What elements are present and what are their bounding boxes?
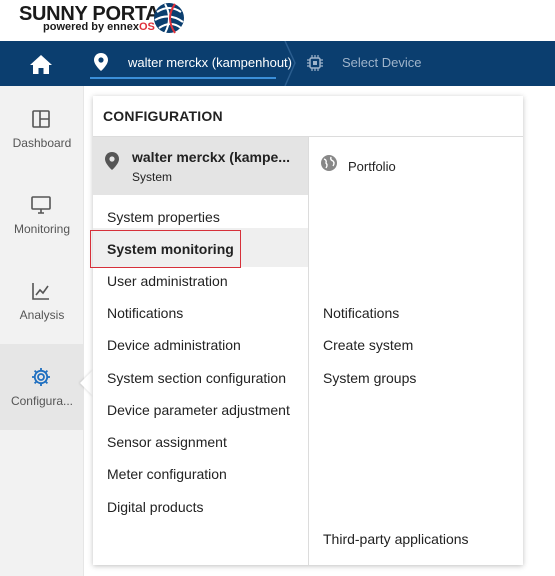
menu-item-device-administration[interactable]: Device administration (107, 337, 241, 353)
configuration-panel: CONFIGURATION walter merckx (kampe... Sy… (90, 96, 523, 565)
breadcrumb-device[interactable]: Select Device (342, 55, 421, 70)
brand-powered-by: powered by ennexOS (43, 21, 155, 33)
monitor-icon (31, 196, 51, 214)
selected-item-outline (90, 230, 241, 268)
menu-item-device-parameter-adjustment[interactable]: Device parameter adjustment (107, 402, 290, 418)
sidebar-item-configuration[interactable]: Configura... (0, 344, 84, 430)
gear-icon (32, 368, 50, 386)
menu-item-user-administration[interactable]: User administration (107, 273, 228, 289)
menu-item-system-section-configuration[interactable]: System section configuration (107, 370, 286, 386)
logo-bar: SUNNY PORTAL powered by ennexOS (0, 0, 555, 41)
menu-item-meter-configuration[interactable]: Meter configuration (107, 466, 227, 482)
menu-item-system-groups[interactable]: System groups (323, 370, 416, 386)
sidebar-item-analysis[interactable]: Analysis (0, 258, 84, 344)
globe-logo-icon (154, 3, 184, 34)
sidebar-item-monitoring[interactable]: Monitoring (0, 172, 84, 258)
top-navbar: walter merckx (kampenhout) Select Device (0, 41, 555, 86)
breadcrumb-system-label: walter merckx (kampenhout) (128, 55, 292, 70)
sidebar-item-label: Monitoring (13, 222, 71, 236)
panel-title: CONFIGURATION (103, 108, 223, 124)
portfolio-header[interactable]: Portfolio (348, 159, 396, 174)
menu-item-digital-products[interactable]: Digital products (107, 499, 204, 515)
column-divider (308, 137, 309, 565)
location-pin-icon (105, 152, 119, 170)
menu-item-sensor-assignment[interactable]: Sensor assignment (107, 434, 227, 450)
menu-item-third-party-applications[interactable]: Third-party applications (323, 531, 469, 547)
system-name: walter merckx (kampe... (132, 149, 290, 165)
breadcrumb-system[interactable]: walter merckx (kampenhout) (90, 49, 292, 79)
system-type: System (132, 170, 173, 184)
location-pin-icon (94, 53, 108, 71)
sidebar-item-label: Dashboard (12, 136, 72, 150)
chart-line-icon (32, 283, 49, 300)
sidebar-item-dashboard[interactable]: Dashboard (0, 86, 84, 172)
breadcrumb-separator (284, 41, 296, 86)
menu-item-portfolio-notifications[interactable]: Notifications (323, 305, 399, 321)
panel-pointer (80, 370, 93, 396)
menu-item-notifications[interactable]: Notifications (107, 305, 183, 321)
home-icon[interactable] (28, 53, 54, 75)
menu-item-system-properties[interactable]: System properties (107, 209, 220, 225)
system-card[interactable]: walter merckx (kampe... System (93, 137, 308, 195)
sidebar-item-label: Analysis (19, 308, 65, 322)
globe-icon (321, 155, 337, 171)
powered-by-text: powered by ennex (43, 21, 139, 33)
sidebar-item-label: Configura... (10, 394, 74, 408)
dashboard-icon (32, 110, 50, 128)
menu-item-create-system[interactable]: Create system (323, 337, 413, 353)
sidebar: Dashboard Monitoring Analysis Configura.… (0, 86, 84, 576)
device-chip-icon (307, 55, 323, 71)
